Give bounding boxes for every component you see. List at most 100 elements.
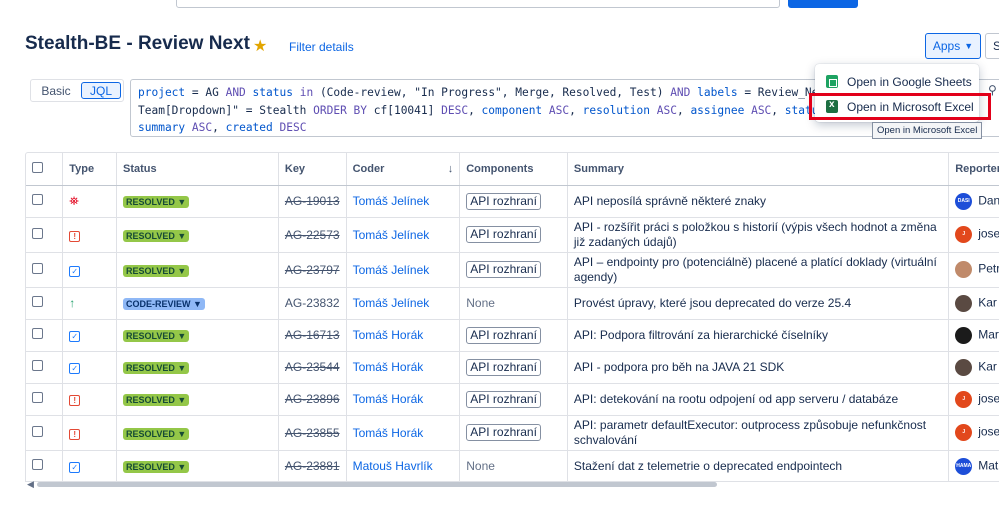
issue-key[interactable]: AG-23896 (285, 392, 340, 406)
reporter-cell[interactable]: Jjose (948, 383, 999, 416)
issue-key[interactable]: AG-23855 (285, 426, 340, 440)
menu-item-google-sheets[interactable]: Open in Google Sheets (815, 69, 979, 94)
coder-link[interactable]: Matouš Havrlík (353, 459, 433, 473)
global-search-input[interactable] (176, 0, 780, 8)
row-checkbox[interactable] (26, 185, 64, 218)
status-cell[interactable]: RESOLVED ▼ (116, 450, 279, 481)
key-cell[interactable]: AG-23881 (278, 450, 347, 481)
status-cell[interactable]: RESOLVED ▼ (116, 185, 279, 218)
table-row[interactable]: ⛯ RESOLVED ▼ AG-19013 Tomáš Jelínek API … (26, 185, 999, 218)
reporter-cell[interactable]: Jjose (948, 415, 999, 451)
issue-summary[interactable]: API - podpora pro běh na JAVA 21 SDK (574, 360, 942, 375)
reporter-cell[interactable]: Mar (948, 319, 999, 352)
status-badge[interactable]: RESOLVED ▼ (123, 229, 190, 242)
issue-key[interactable]: AG-16713 (285, 328, 340, 342)
key-cell[interactable]: AG-23896 (278, 383, 347, 416)
coder-link[interactable]: Tomáš Jelínek (353, 194, 430, 208)
status-cell[interactable]: CODE-REVIEW ▼ (116, 287, 279, 320)
coder-link[interactable]: Tomáš Jelínek (353, 296, 430, 310)
status-badge[interactable]: RESOLVED ▼ (123, 427, 190, 440)
issue-key[interactable]: AG-23544 (285, 360, 340, 374)
summary-cell[interactable]: API – endpointy pro (potenciálně) placen… (567, 252, 950, 288)
component-tag[interactable]: API rozhraní (466, 226, 541, 243)
col-reporter[interactable]: Reporter (948, 153, 999, 186)
component-tag[interactable]: API rozhraní (466, 390, 541, 408)
col-components[interactable]: Components (459, 153, 568, 186)
component-tag[interactable]: API rozhraní (466, 358, 541, 376)
reporter-name[interactable]: Dan (978, 193, 999, 207)
coder-cell[interactable]: Matouš Havrlík (346, 450, 461, 481)
reporter-name[interactable]: Mar (978, 327, 999, 341)
key-cell[interactable]: AG-23855 (278, 415, 347, 451)
reporter-cell[interactable]: Kar (948, 287, 999, 320)
issue-summary[interactable]: Provést úpravy, které jsou deprecated do… (574, 296, 942, 311)
reporter-name[interactable]: Petr (978, 262, 999, 276)
row-checkbox[interactable] (26, 351, 64, 384)
reporter-name[interactable]: jose (978, 425, 999, 439)
key-cell[interactable]: AG-23797 (278, 252, 347, 288)
scroll-left-icon[interactable]: ◀ (27, 479, 34, 490)
coder-cell[interactable]: Tomáš Jelínek (346, 217, 461, 253)
coder-cell[interactable]: Tomáš Horák (346, 351, 461, 384)
coder-link[interactable]: Tomáš Horák (353, 392, 424, 406)
reporter-name[interactable]: jose (978, 227, 999, 241)
table-row[interactable]: ✓ RESOLVED ▼ AG-16713 Tomáš Horák API ro… (26, 319, 999, 352)
horizontal-scrollbar[interactable] (37, 482, 717, 487)
global-search-button[interactable] (788, 0, 858, 8)
coder-cell[interactable]: Tomáš Jelínek (346, 287, 461, 320)
key-cell[interactable]: AG-22573 (278, 217, 347, 253)
col-status[interactable]: Status (116, 153, 279, 186)
summary-cell[interactable]: API neposílá správně některé znaky (567, 185, 950, 218)
reporter-name[interactable]: Mat (978, 458, 998, 472)
status-cell[interactable]: RESOLVED ▼ (116, 415, 279, 451)
key-cell[interactable]: AG-16713 (278, 319, 347, 352)
issue-summary[interactable]: API: parametr defaultExecutor: outproces… (574, 418, 942, 448)
issue-summary[interactable]: API: detekování na rootu odpojení od app… (574, 392, 942, 407)
reporter-cell[interactable]: Kar (948, 351, 999, 384)
table-row[interactable]: ✓ RESOLVED ▼ AG-23544 Tomáš Horák API ro… (26, 351, 999, 384)
coder-link[interactable]: Tomáš Horák (353, 328, 424, 342)
issue-summary[interactable]: API - rozšířit práci s položkou s histor… (574, 220, 942, 250)
select-all-checkbox[interactable] (26, 153, 64, 186)
issue-key[interactable]: AG-19013 (285, 194, 340, 208)
status-badge[interactable]: CODE-REVIEW ▼ (123, 298, 205, 310)
key-cell[interactable]: AG-23544 (278, 351, 347, 384)
reporter-cell[interactable]: Petr (948, 252, 999, 288)
filter-details-link[interactable]: Filter details (289, 40, 354, 54)
sort-arrow-icon[interactable]: ↓ (448, 163, 454, 175)
summary-cell[interactable]: API: detekování na rootu odpojení od app… (567, 383, 950, 416)
coder-link[interactable]: Tomáš Horák (353, 426, 424, 440)
reporter-cell[interactable]: DASI Dan (948, 185, 999, 218)
apps-button[interactable]: Apps ▼ (925, 33, 981, 59)
coder-cell[interactable]: Tomáš Jelínek (346, 252, 461, 288)
status-badge[interactable]: RESOLVED ▼ (123, 264, 190, 277)
table-row[interactable]: ✓ RESOLVED ▼ AG-23881 Matouš Havrlík Non… (26, 450, 999, 481)
issue-key[interactable]: AG-23881 (285, 459, 340, 473)
row-checkbox[interactable] (26, 287, 64, 320)
component-tag[interactable]: API rozhraní (466, 192, 541, 210)
status-cell[interactable]: RESOLVED ▼ (116, 252, 279, 288)
coder-cell[interactable]: Tomáš Horák (346, 319, 461, 352)
component-tag[interactable]: API rozhraní (466, 326, 541, 344)
summary-cell[interactable]: API: Podpora filtrování za hierarchické … (567, 319, 950, 352)
summary-cell[interactable]: API - podpora pro běh na JAVA 21 SDK (567, 351, 950, 384)
component-tag[interactable]: API rozhraní (466, 261, 541, 278)
table-row[interactable]: ↑ CODE-REVIEW ▼ AG-23832 Tomáš Jelínek N… (26, 287, 999, 320)
coder-link[interactable]: Tomáš Horák (353, 360, 424, 374)
status-badge[interactable]: RESOLVED ▼ (123, 330, 190, 342)
coder-cell[interactable]: Tomáš Horák (346, 415, 461, 451)
col-type[interactable]: Type (62, 153, 117, 186)
issue-key[interactable]: AG-22573 (285, 228, 340, 242)
col-summary[interactable]: Summary (567, 153, 950, 186)
issue-key[interactable]: AG-23832 (285, 296, 340, 310)
key-cell[interactable]: AG-19013 (278, 185, 347, 218)
summary-cell[interactable]: Stažení dat z telemetrie o deprecated en… (567, 450, 950, 481)
coder-cell[interactable]: Tomáš Horák (346, 383, 461, 416)
status-badge[interactable]: RESOLVED ▼ (123, 394, 190, 406)
status-badge[interactable]: RESOLVED ▼ (123, 196, 190, 208)
status-cell[interactable]: RESOLVED ▼ (116, 319, 279, 352)
issue-key[interactable]: AG-23797 (285, 263, 340, 277)
issue-summary[interactable]: API: Podpora filtrování za hierarchické … (574, 328, 942, 343)
coder-cell[interactable]: Tomáš Jelínek (346, 185, 461, 218)
row-checkbox[interactable] (26, 415, 64, 451)
